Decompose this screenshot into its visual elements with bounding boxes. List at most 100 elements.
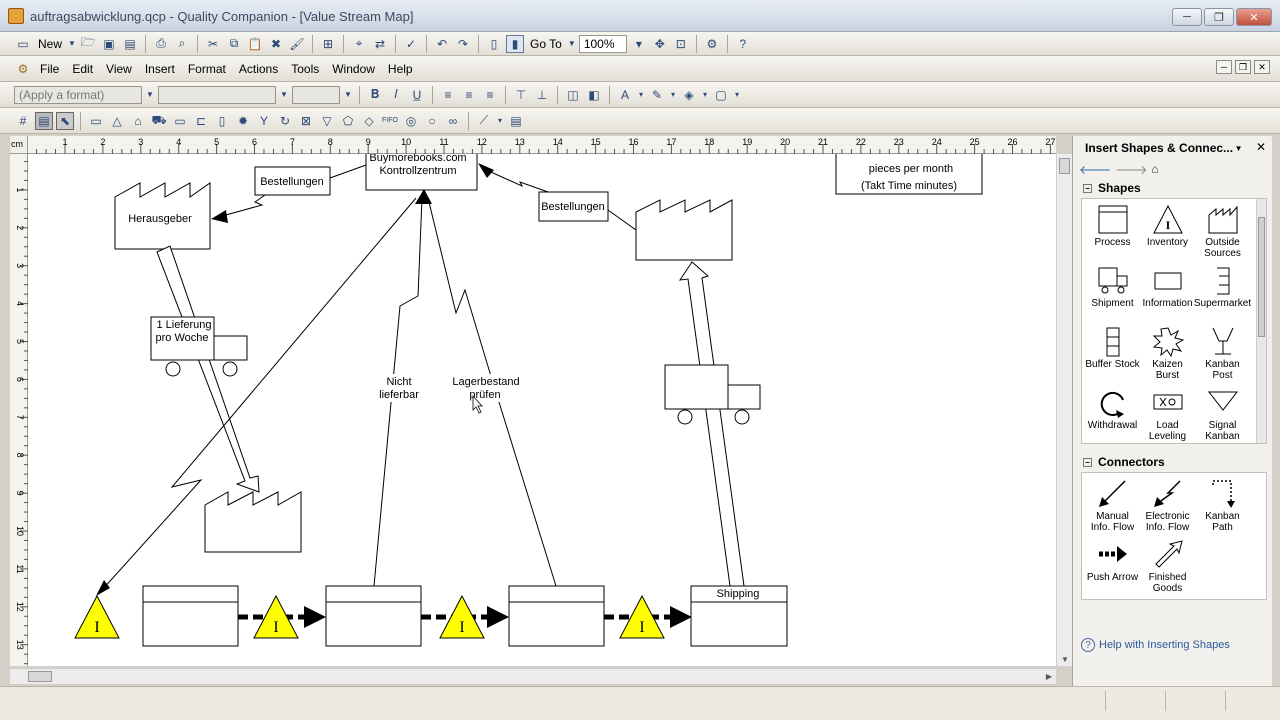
shape-process[interactable]: Process xyxy=(1085,201,1140,262)
menu-view[interactable]: View xyxy=(101,60,137,78)
chevron-down-icon[interactable]: ▼ xyxy=(343,86,353,104)
horizontal-scrollbar[interactable]: ▶ xyxy=(10,668,1056,684)
underline-icon[interactable]: U̲ xyxy=(408,86,426,104)
home-icon[interactable]: ⌂ xyxy=(1151,162,1158,176)
connectors-section-header[interactable]: − Connectors xyxy=(1073,452,1272,472)
signal-kanban-tool-icon[interactable]: ▽ xyxy=(318,112,336,130)
shapes-scroll-thumb[interactable] xyxy=(1258,217,1265,337)
control-center-box[interactable]: Buymorebooks.com Kontrollzentrum xyxy=(365,154,478,191)
goto-button[interactable]: Go To xyxy=(527,37,565,51)
new-button[interactable]: New xyxy=(35,37,65,51)
scroll-down-icon[interactable]: ▼ xyxy=(1061,655,1069,664)
menu-tools[interactable]: Tools xyxy=(286,60,324,78)
chevron-down-icon[interactable]: ▼ xyxy=(145,86,155,104)
scroll-right-icon[interactable]: ▶ xyxy=(1046,672,1052,681)
production-kanban-tool-icon[interactable]: ◇ xyxy=(360,112,378,130)
connector-manual-info-flow[interactable]: Manual Info. Flow xyxy=(1085,475,1140,536)
shapes-scrollbar[interactable] xyxy=(1256,199,1266,443)
process-box-1[interactable] xyxy=(142,585,239,647)
spelling-icon[interactable]: ✓ xyxy=(402,35,420,53)
redo-icon[interactable]: ↷ xyxy=(454,35,472,53)
chevron-down-icon[interactable]: ▾ xyxy=(637,86,645,104)
align-right-icon[interactable]: ≡ xyxy=(481,86,499,104)
shape-kaizen-burst[interactable]: Kaizen Burst xyxy=(1140,323,1195,384)
shape-signal-kanban[interactable]: Signal Kanban xyxy=(1195,384,1250,443)
close-button[interactable]: ✕ xyxy=(1236,8,1272,26)
target-tool-icon[interactable]: ○ xyxy=(423,112,441,130)
menu-file[interactable]: File xyxy=(35,60,64,78)
back-arrow-icon[interactable]: 🡐 xyxy=(1079,162,1111,177)
drawing-canvas[interactable]: Buymorebooks.com Kontrollzentrum pieces … xyxy=(28,154,1056,666)
print-preview-icon[interactable]: ⌕ xyxy=(173,35,191,53)
process-box-shipping[interactable]: Shipping xyxy=(690,585,788,647)
chevron-down-icon[interactable]: ▾ xyxy=(669,86,677,104)
chevron-down-icon[interactable]: ▼ xyxy=(68,35,76,53)
bold-icon[interactable]: 𝐁 xyxy=(366,86,384,104)
grid-icon[interactable]: # xyxy=(14,112,32,130)
order-info-left[interactable]: Bestellungen xyxy=(211,164,367,223)
font-color-icon[interactable]: A xyxy=(616,86,634,104)
page-view-icon[interactable]: ▯ xyxy=(485,35,503,53)
doc-restore-button[interactable]: ❐ xyxy=(1235,60,1251,74)
new-document-icon[interactable]: ▭ xyxy=(14,35,32,53)
collapse-icon[interactable]: − xyxy=(1083,457,1092,467)
help-inserting-shapes-link[interactable]: ? Help with Inserting Shapes xyxy=(1081,638,1230,652)
delete-icon[interactable]: ✖ xyxy=(267,35,285,53)
open-folder-icon[interactable]: 🗁 xyxy=(79,35,97,53)
takt-time-box[interactable]: pieces per month (Takt Time minutes) xyxy=(835,154,983,195)
withdrawal-tool-icon[interactable]: ↻ xyxy=(276,112,294,130)
warehouse-factory[interactable] xyxy=(204,491,302,553)
information-tool-icon[interactable]: ▭ xyxy=(171,112,189,130)
inventory-triangle-1[interactable]: I xyxy=(74,594,120,639)
text-box-tool-icon[interactable]: ▤ xyxy=(507,112,525,130)
shape-kanban-post[interactable]: Kanban Post xyxy=(1195,323,1250,384)
chevron-down-icon[interactable]: ▼ xyxy=(568,35,576,53)
align-top-icon[interactable]: ⊤ xyxy=(512,86,530,104)
supermarket-tool-icon[interactable]: ⊏ xyxy=(192,112,210,130)
shape-shipment[interactable]: Shipment xyxy=(1085,262,1140,323)
zoom-field[interactable]: 100% xyxy=(578,34,627,53)
outside-source-tool-icon[interactable]: ⌂ xyxy=(129,112,147,130)
inventory-tool-icon[interactable]: △ xyxy=(108,112,126,130)
glasses-tool-icon[interactable]: ∞ xyxy=(444,112,462,130)
shape-information[interactable]: Information xyxy=(1140,262,1195,323)
save-all-icon[interactable]: ▤ xyxy=(121,35,139,53)
panel-dropdown-icon[interactable]: ▼ xyxy=(1235,144,1243,153)
order-info-right[interactable]: Bestellungen xyxy=(478,163,637,231)
options-icon[interactable]: ⚙ xyxy=(703,35,721,53)
shadow-icon[interactable]: ▢ xyxy=(712,86,730,104)
connector-kanban-path[interactable]: Kanban Path xyxy=(1195,475,1250,536)
vertical-scrollbar[interactable]: ▼ xyxy=(1056,154,1072,666)
paste-icon[interactable]: 📋 xyxy=(246,35,264,53)
line-color-icon[interactable]: ✎ xyxy=(648,86,666,104)
insert-icon[interactable]: ⊞ xyxy=(319,35,337,53)
pointer-icon[interactable]: ⬉ xyxy=(56,111,74,130)
find-icon[interactable]: ⌖ xyxy=(350,35,368,53)
process-box-2[interactable] xyxy=(325,585,422,647)
horizontal-scroll-thumb[interactable] xyxy=(28,671,52,682)
italic-icon[interactable]: 𝐼 xyxy=(387,86,405,104)
line-tool-icon[interactable]: ⟋ xyxy=(475,112,493,130)
operator-tool-icon[interactable]: ◎ xyxy=(402,112,420,130)
pan-icon[interactable]: ✥ xyxy=(651,35,669,53)
bring-front-icon[interactable]: ◫ xyxy=(564,86,582,104)
panel-close-icon[interactable]: ✕ xyxy=(1256,140,1266,154)
customer-factory[interactable] xyxy=(635,199,733,261)
zoom-dropdown-icon[interactable]: ▾ xyxy=(630,35,648,53)
menu-actions[interactable]: Actions xyxy=(234,60,283,78)
buffer-tool-icon[interactable]: ▯ xyxy=(213,112,231,130)
connector-finished-goods[interactable]: Finished Goods xyxy=(1140,536,1195,597)
shape-supermarket[interactable]: Supermarket xyxy=(1194,262,1251,323)
align-left-icon[interactable]: ≡ xyxy=(439,86,457,104)
format-select[interactable]: (Apply a format) xyxy=(14,85,142,104)
fill-color-icon[interactable]: ◈ xyxy=(680,86,698,104)
forward-arrow-icon[interactable]: 🡒 xyxy=(1115,162,1147,177)
shapes-section-header[interactable]: − Shapes xyxy=(1073,178,1272,198)
chevron-down-icon[interactable]: ▾ xyxy=(496,112,504,130)
menu-insert[interactable]: Insert xyxy=(140,60,180,78)
menu-help[interactable]: Help xyxy=(383,60,418,78)
menu-format[interactable]: Format xyxy=(183,60,231,78)
menu-window[interactable]: Window xyxy=(327,60,380,78)
doc-minimize-button[interactable]: ─ xyxy=(1216,60,1232,74)
process-box-3[interactable] xyxy=(508,585,605,647)
